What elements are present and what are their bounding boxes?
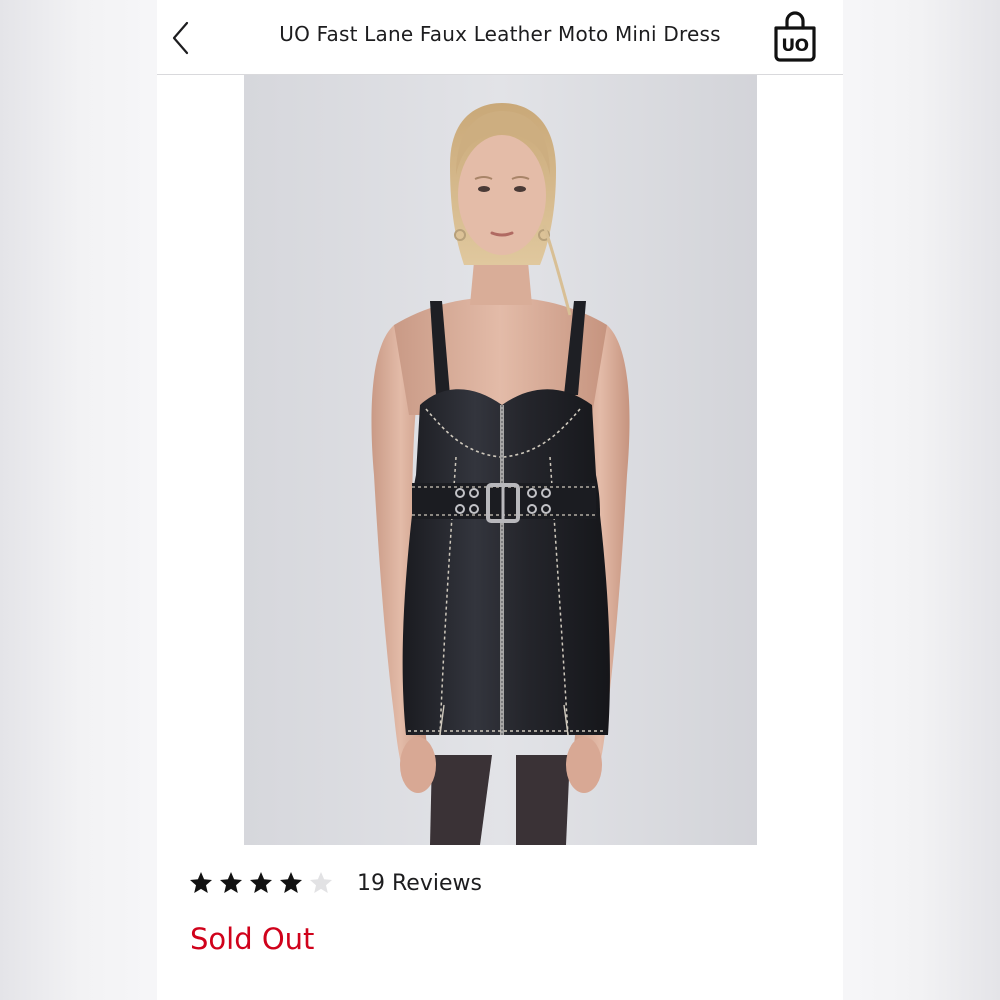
- reviews-link[interactable]: 19 Reviews: [357, 871, 482, 896]
- star-filled-icon: [190, 872, 212, 893]
- star-filled-icon: [280, 872, 302, 893]
- star-filled-icon: [250, 872, 272, 893]
- star-filled-icon: [220, 872, 242, 893]
- chevron-left-icon: [172, 21, 189, 55]
- star-rating: [189, 871, 333, 895]
- star-empty-icon: [310, 872, 332, 893]
- top-nav-bar: UO Fast Lane Faux Leather Moto Mini Dres…: [157, 0, 843, 75]
- shopping-bag-button[interactable]: UO: [771, 10, 819, 64]
- product-screen: UO Fast Lane Faux Leather Moto Mini Dres…: [157, 0, 843, 1000]
- sold-out-status: Sold Out: [190, 922, 315, 956]
- product-photo-illustration: [244, 75, 757, 845]
- product-image[interactable]: [244, 75, 757, 845]
- rating-row[interactable]: 19 Reviews: [189, 866, 482, 900]
- page-title: UO Fast Lane Faux Leather Moto Mini Dres…: [279, 22, 721, 46]
- back-button[interactable]: [167, 18, 195, 58]
- bag-logo-text: UO: [781, 36, 809, 56]
